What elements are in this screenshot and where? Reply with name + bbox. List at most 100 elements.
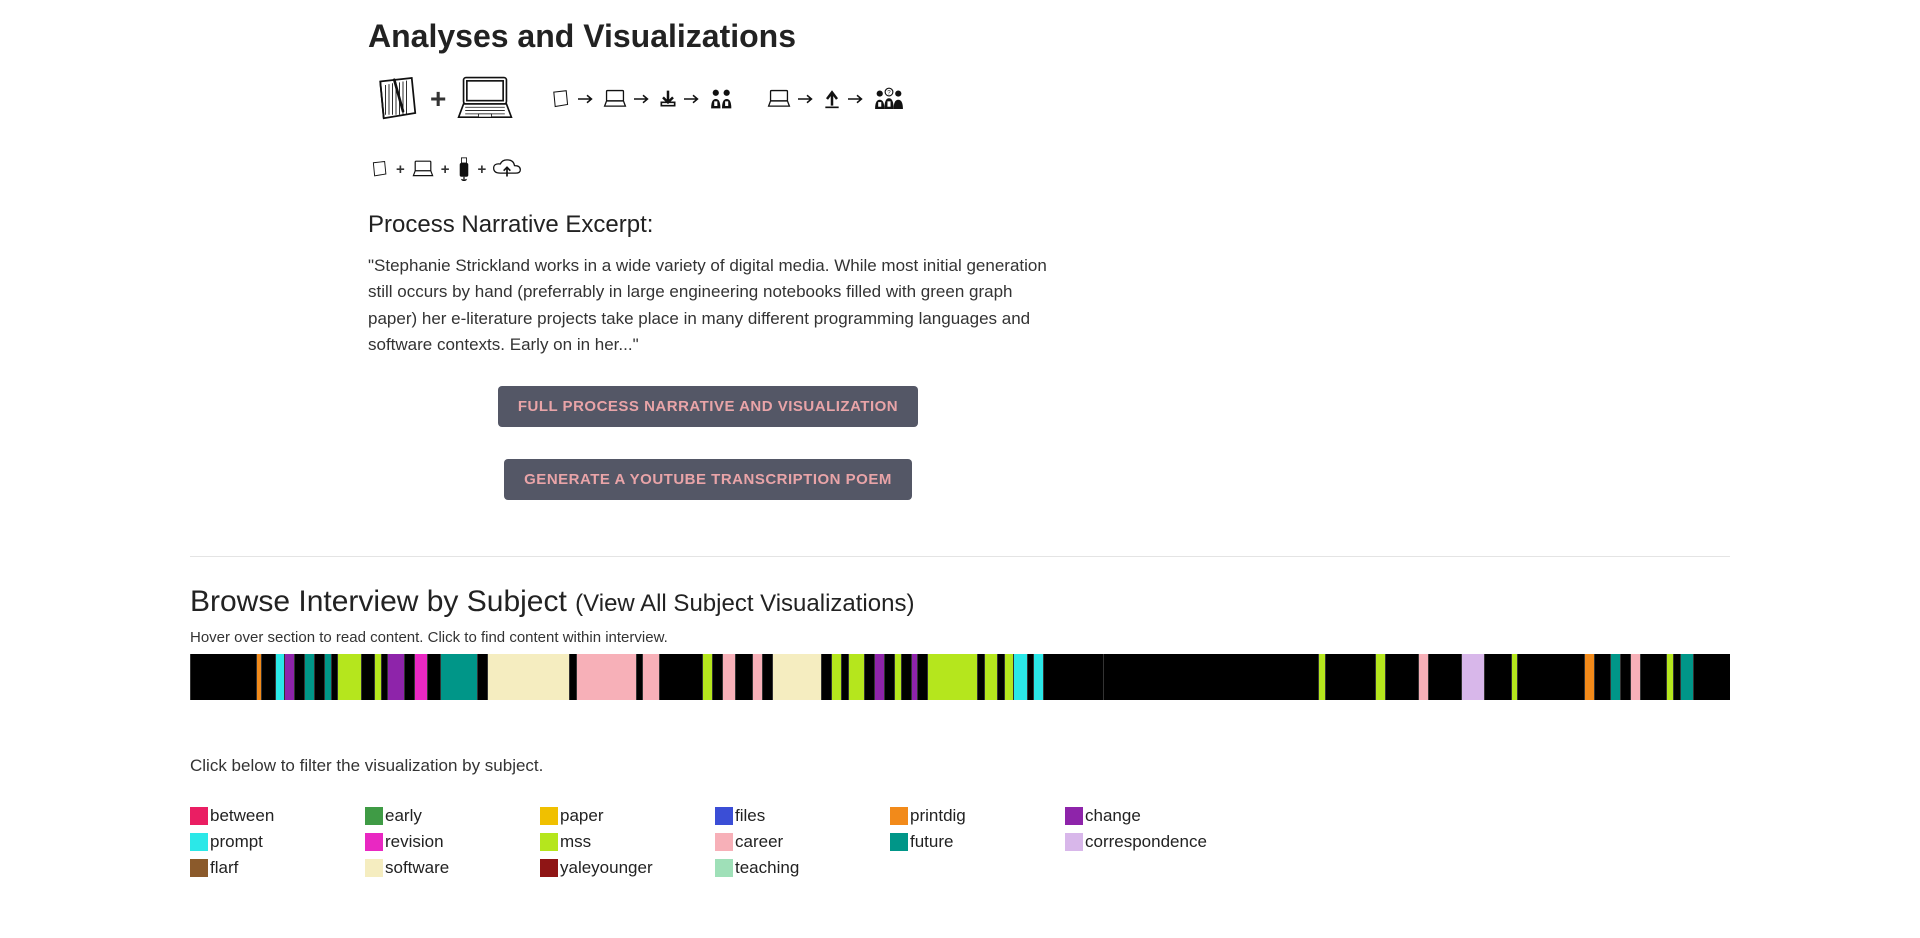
timeline-segment-career[interactable] xyxy=(576,654,636,700)
legend-item-early[interactable]: early xyxy=(365,806,540,826)
timeline-segment-empty[interactable] xyxy=(977,654,984,700)
full-process-button[interactable]: FULL PROCESS NARRATIVE AND VISUALIZATION xyxy=(498,386,918,427)
timeline-segment-empty[interactable] xyxy=(427,654,440,700)
timeline-segment-career[interactable] xyxy=(752,654,762,700)
timeline-segment-future[interactable] xyxy=(1680,654,1693,700)
legend-item-flarf[interactable]: flarf xyxy=(190,858,365,878)
arrow-right-icon xyxy=(684,93,702,105)
legend-item-mss[interactable]: mss xyxy=(540,832,715,852)
timeline-segment-mss[interactable] xyxy=(1004,654,1014,700)
timeline-segment-mss[interactable] xyxy=(1318,654,1325,700)
legend-item-revision[interactable]: revision xyxy=(365,832,540,852)
timeline-segment-empty[interactable] xyxy=(901,654,911,700)
legend-item-files[interactable]: files xyxy=(715,806,890,826)
timeline-segment-mss[interactable] xyxy=(984,654,997,700)
legend-item-future[interactable]: future xyxy=(890,832,1065,852)
timeline-segment-empty[interactable] xyxy=(841,654,848,700)
timeline-segment-empty[interactable] xyxy=(331,654,338,700)
legend-item-yaleyounger[interactable]: yaleyounger xyxy=(540,858,715,878)
swatch-icon xyxy=(715,859,733,877)
timeline-segment-empty[interactable] xyxy=(361,654,374,700)
timeline-segment-revision[interactable] xyxy=(414,654,427,700)
timeline-segment-empty[interactable] xyxy=(917,654,927,700)
timeline-segment-empty[interactable] xyxy=(261,654,274,700)
timeline-segment-empty[interactable] xyxy=(1673,654,1680,700)
timeline-segment-mss[interactable] xyxy=(894,654,901,700)
timeline-segment-printdig[interactable] xyxy=(1584,654,1594,700)
timeline-segment-empty[interactable] xyxy=(1640,654,1667,700)
timeline-segment-prompt[interactable] xyxy=(1033,654,1043,700)
timeline-segment-mss[interactable] xyxy=(1511,654,1518,700)
timeline-segment-mss[interactable] xyxy=(337,654,360,700)
timeline-segment-career[interactable] xyxy=(722,654,735,700)
timeline-segment-change[interactable] xyxy=(284,654,294,700)
timeline-segment-empty[interactable] xyxy=(1027,654,1034,700)
timeline-segment-software[interactable] xyxy=(772,654,822,700)
timeline-segment-mss[interactable] xyxy=(374,654,381,700)
generate-poem-button[interactable]: GENERATE A YOUTUBE TRANSCRIPTION POEM xyxy=(504,459,912,500)
timeline-segment-mss[interactable] xyxy=(1375,654,1385,700)
timeline-segment-change[interactable] xyxy=(911,654,918,700)
timeline-segment-future[interactable] xyxy=(324,654,331,700)
timeline-segment-change[interactable] xyxy=(387,654,404,700)
subject-legend: betweenearlypaperfiles printdig change prom… xyxy=(190,806,1730,878)
timeline-segment-mss[interactable] xyxy=(927,654,977,700)
timeline-segment-future[interactable] xyxy=(304,654,314,700)
timeline-segment-career[interactable] xyxy=(1418,654,1428,700)
timeline-segment-prompt[interactable] xyxy=(275,654,285,700)
timeline-segment-empty[interactable] xyxy=(1620,654,1630,700)
timeline-segment-empty[interactable] xyxy=(762,654,772,700)
subject-timeline-strip[interactable] xyxy=(190,654,1730,700)
timeline-segment-empty[interactable] xyxy=(1043,654,1103,700)
arrow-right-icon xyxy=(848,93,866,105)
timeline-segment-empty[interactable] xyxy=(404,654,414,700)
legend-item-correspondence[interactable]: correspondence xyxy=(1065,832,1240,852)
timeline-segment-empty[interactable] xyxy=(1594,654,1611,700)
timeline-segment-empty[interactable] xyxy=(712,654,722,700)
timeline-segment-empty[interactable] xyxy=(1385,654,1418,700)
timeline-segment-empty[interactable] xyxy=(1103,654,1319,700)
timeline-segment-future[interactable] xyxy=(1610,654,1620,700)
timeline-segment-empty[interactable] xyxy=(294,654,304,700)
timeline-segment-empty[interactable] xyxy=(821,654,831,700)
timeline-segment-mss[interactable] xyxy=(848,654,865,700)
legend-item-printdig[interactable]: printdig xyxy=(890,806,1065,826)
timeline-segment-empty[interactable] xyxy=(636,654,643,700)
swatch-icon xyxy=(540,833,558,851)
legend-item-teaching[interactable]: teaching xyxy=(715,858,890,878)
timeline-segment-empty[interactable] xyxy=(864,654,874,700)
timeline-segment-empty[interactable] xyxy=(1517,654,1583,700)
timeline-segment-empty[interactable] xyxy=(569,654,576,700)
timeline-segment-career[interactable] xyxy=(642,654,659,700)
timeline-segment-empty[interactable] xyxy=(1428,654,1461,700)
timeline-segment-empty[interactable] xyxy=(314,654,324,700)
timeline-segment-empty[interactable] xyxy=(1325,654,1375,700)
timeline-segment-empty[interactable] xyxy=(1693,654,1729,700)
timeline-segment-prompt[interactable] xyxy=(1013,654,1026,700)
legend-item-between[interactable]: between xyxy=(190,806,365,826)
timeline-segment-mss[interactable] xyxy=(831,654,841,700)
timeline-segment-empty[interactable] xyxy=(381,654,388,700)
legend-label: printdig xyxy=(910,806,966,826)
timeline-segment-change[interactable] xyxy=(874,654,884,700)
timeline-segment-empty[interactable] xyxy=(735,654,752,700)
timeline-segment-empty[interactable] xyxy=(1484,654,1511,700)
legend-item-software[interactable]: software xyxy=(365,858,540,878)
timeline-segment-empty[interactable] xyxy=(477,654,487,700)
timeline-segment-career[interactable] xyxy=(1630,654,1640,700)
timeline-segment-future[interactable] xyxy=(440,654,476,700)
arrow-right-icon xyxy=(634,93,652,105)
legend-item-prompt[interactable]: prompt xyxy=(190,832,365,852)
timeline-segment-correspondence[interactable] xyxy=(1461,654,1484,700)
timeline-segment-empty[interactable] xyxy=(190,654,256,700)
timeline-segment-empty[interactable] xyxy=(997,654,1004,700)
timeline-segment-mss[interactable] xyxy=(1666,654,1673,700)
timeline-segment-mss[interactable] xyxy=(702,654,712,700)
timeline-segment-software[interactable] xyxy=(487,654,570,700)
legend-item-paper[interactable]: paper xyxy=(540,806,715,826)
timeline-segment-empty[interactable] xyxy=(659,654,702,700)
legend-item-change[interactable]: change xyxy=(1065,806,1240,826)
timeline-segment-empty[interactable] xyxy=(884,654,894,700)
browse-heading-link[interactable]: (View All Subject Visualizations) xyxy=(575,590,914,617)
legend-item-career[interactable]: career xyxy=(715,832,890,852)
